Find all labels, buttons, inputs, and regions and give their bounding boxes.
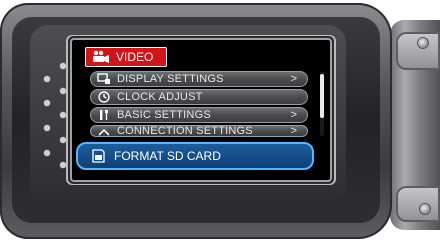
menu-item-label: FORMAT SD CARD <box>114 149 221 163</box>
screw-icon <box>420 204 430 214</box>
sd-card-icon <box>90 149 106 163</box>
camera-illustration: VIDEO DISPLAY SETTINGS > CLOCK ADJUST BA… <box>0 0 440 241</box>
menu-item-connection-settings[interactable]: CONNECTION SETTINGS > <box>90 125 308 137</box>
menu-item-display-settings[interactable]: DISPLAY SETTINGS > <box>90 71 308 87</box>
clock-icon <box>97 91 111 103</box>
display-settings-icon <box>97 73 111 85</box>
menu-item-label: DISPLAY SETTINGS <box>117 73 224 85</box>
video-camera-icon <box>92 50 110 64</box>
connection-icon <box>97 126 111 136</box>
indicator-dot <box>44 76 50 82</box>
indicator-dot <box>44 125 50 131</box>
menu-item-label: BASIC SETTINGS <box>117 109 211 121</box>
menu-item-label: CONNECTION SETTINGS <box>117 125 253 137</box>
indicator-dot <box>44 150 50 156</box>
hinge-bottom-plate <box>396 186 440 222</box>
chevron-right-icon: > <box>290 125 297 137</box>
scrollbar-thumb[interactable] <box>320 74 324 118</box>
indicator-dot <box>44 100 50 106</box>
hinge-top-plate <box>396 32 440 70</box>
menu-item-basic-settings[interactable]: BASIC SETTINGS > <box>90 107 308 123</box>
chevron-right-icon: > <box>290 73 297 85</box>
tab-video[interactable]: VIDEO <box>85 47 167 67</box>
menu-item-clock-adjust[interactable]: CLOCK ADJUST <box>90 89 308 105</box>
tab-video-label: VIDEO <box>116 50 154 64</box>
wrench-screwdriver-icon <box>97 109 111 121</box>
screw-icon <box>418 38 428 48</box>
chevron-right-icon: > <box>290 109 297 121</box>
menu-item-label: CLOCK ADJUST <box>117 91 203 103</box>
menu-item-format-sd-card[interactable]: FORMAT SD CARD <box>76 142 314 170</box>
